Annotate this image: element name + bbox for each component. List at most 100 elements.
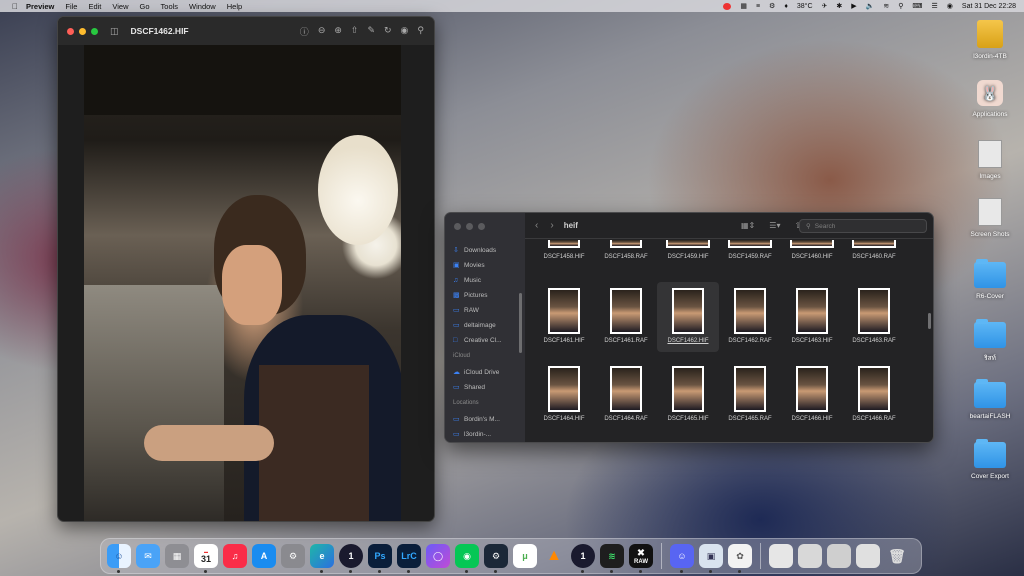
record-icon[interactable] — [723, 2, 732, 10]
rotate-icon[interactable]: ↻ — [384, 25, 392, 38]
edge-icon[interactable]: e — [310, 544, 334, 573]
utorrent-icon[interactable]: μ — [513, 544, 537, 568]
file-item[interactable]: DSCF1461.RAF — [595, 282, 657, 352]
desktop-icon-applications[interactable]: 🐰 Applications — [960, 80, 1020, 118]
annotate-icon[interactable]: ◉ — [401, 25, 409, 38]
calendar-icon[interactable]: ▬ 31 — [194, 544, 218, 573]
file-item[interactable]: DSCF1463.HIF — [781, 282, 843, 352]
desktop-icon-screen-shots[interactable]: Screen Shots — [960, 198, 1020, 238]
music-icon[interactable]: ♫ — [223, 544, 247, 568]
grid-icon[interactable]: ▦ — [740, 2, 747, 10]
file-item[interactable]: DSCF1461.HIF — [533, 282, 595, 352]
sidebar-item-creative-cloud[interactable]: □ Creative Cl... — [453, 333, 523, 348]
content-scrollbar[interactable] — [928, 313, 931, 329]
menu-edit[interactable]: Edit — [88, 2, 101, 11]
file-item[interactable]: DSCF1465.RAF — [719, 360, 781, 430]
settings-icon[interactable]: ⚙ — [769, 2, 775, 10]
sidebar-item-movies[interactable]: ▣ Movies — [453, 258, 523, 273]
file-item[interactable]: DSCF1466.RAF — [843, 360, 905, 430]
password-manager-icon[interactable]: 1 — [339, 544, 363, 573]
password-manager-icon[interactable]: 1 — [571, 544, 595, 573]
minimized-window-icon[interactable] — [827, 544, 851, 568]
zoom-button[interactable] — [478, 223, 485, 230]
close-button[interactable] — [454, 223, 461, 230]
temperature-readout[interactable]: 38°C — [797, 3, 813, 10]
file-item[interactable]: DSCF1464.HIF — [533, 360, 595, 430]
desktop-icon-drive[interactable]: l3ordin-4TB — [960, 20, 1020, 60]
preview-icon[interactable]: ▣ — [699, 544, 723, 573]
file-item-selected[interactable]: DSCF1462.HIF — [657, 282, 719, 352]
markup-icon[interactable]: ✎ — [367, 25, 375, 38]
sliders-icon[interactable]: ≡ — [756, 3, 760, 10]
menu-view[interactable]: View — [112, 2, 128, 11]
sidebar-item-deltaimage[interactable]: ▭ deltaimage — [453, 318, 523, 333]
app-store-icon[interactable]: A — [252, 544, 276, 568]
control-center-icon[interactable]: ☰ — [932, 2, 938, 10]
mail-icon[interactable]: ✉ — [136, 544, 160, 568]
zoom-button[interactable] — [91, 27, 98, 35]
forward-icon[interactable]: › — [550, 220, 553, 231]
settings-icon[interactable]: ⚙ — [281, 544, 305, 568]
keyboard-icon[interactable]: ⌨ — [912, 2, 922, 10]
sidebar-item-raw[interactable]: ▭ RAW — [453, 303, 523, 318]
file-item[interactable]: DSCF1465.HIF — [657, 360, 719, 430]
vlc-icon[interactable]: ▲ — [542, 544, 566, 568]
line-icon[interactable]: ◉ — [455, 544, 479, 573]
close-button[interactable] — [67, 27, 74, 35]
menu-tools[interactable]: Tools — [161, 2, 179, 11]
sidebar-toggle-icon[interactable]: ◫ — [110, 26, 119, 37]
discord-icon[interactable]: ☺ — [670, 544, 694, 573]
plane-icon[interactable]: ✈ — [822, 2, 828, 10]
minimized-window-icon[interactable] — [856, 544, 880, 568]
icon-view-icon[interactable]: ▦⇕ — [741, 221, 755, 230]
sidebar-item-external-drive[interactable]: ▭ l3ordin-... — [453, 427, 523, 442]
search-icon[interactable]: ⚲ — [898, 2, 903, 10]
launchpad-icon[interactable]: ▦ — [165, 544, 189, 568]
sidebar-item-icloud-drive[interactable]: ☁ iCloud Drive — [453, 365, 523, 380]
steam-icon[interactable]: ⚙ — [484, 544, 508, 573]
clock[interactable]: Sat 31 Dec 22:28 — [962, 3, 1016, 10]
sidebar-item-pictures[interactable]: ▩ Pictures — [453, 288, 523, 303]
menu-help[interactable]: Help — [227, 2, 242, 11]
minimized-window-icon[interactable] — [798, 544, 822, 568]
menu-go[interactable]: Go — [140, 2, 150, 11]
zoom-in-icon[interactable]: ⊕ — [334, 25, 342, 38]
group-icon[interactable]: ☰▾ — [769, 221, 780, 230]
arc-icon[interactable]: ◯ — [426, 544, 450, 568]
bluetooth-icon[interactable]: ✱ — [836, 2, 842, 10]
finder-icon[interactable]: ☺ — [107, 544, 131, 573]
search-field[interactable]: ⚲ Search — [799, 219, 927, 233]
menu-window[interactable]: Window — [189, 2, 216, 11]
desktop-icon-cover-export[interactable]: Cover Export — [960, 439, 1020, 480]
lightroom-icon[interactable]: LrC — [397, 544, 421, 573]
photoshop-icon[interactable]: Ps — [368, 544, 392, 573]
sidebar-item-shared[interactable]: ▭ Shared — [453, 380, 523, 395]
menu-file[interactable]: File — [65, 2, 77, 11]
file-item[interactable]: DSCF1464.RAF — [595, 360, 657, 430]
desktop-icon-thai-folder[interactable]: ริสท์ — [960, 319, 1020, 363]
file-item[interactable]: DSCF1462.RAF — [719, 282, 781, 352]
raw-converter-icon[interactable]: ✖ RAW — [629, 544, 653, 573]
apple-icon[interactable]:  — [10, 1, 20, 11]
file-item[interactable]: DSCF1463.RAF — [843, 282, 905, 352]
volume-icon[interactable]: 🔈 — [866, 2, 875, 10]
minimize-button[interactable] — [466, 223, 473, 230]
file-item[interactable]: DSCF1466.HIF — [781, 360, 843, 430]
trash-icon[interactable]: 🗑 — [885, 544, 909, 568]
info-icon[interactable]: ⓘ — [300, 25, 309, 38]
menu-app-name[interactable]: Preview — [26, 2, 54, 11]
wifi-icon[interactable]: ≋ — [883, 2, 889, 10]
search-icon[interactable]: ⚲ — [417, 25, 424, 38]
activity-monitor-icon[interactable]: ≋ — [600, 544, 624, 573]
zoom-out-icon[interactable]: ⊖ — [318, 25, 326, 38]
sidebar-item-downloads[interactable]: ⇩ Downloads — [453, 243, 523, 258]
preview-window[interactable]: ◫ DSCF1462.HIF ⓘ ⊖ ⊕ ⇧ ✎ ↻ ◉ ⚲ — [57, 16, 435, 522]
desktop-icon-beartaiflash[interactable]: beartaiFLASH — [960, 379, 1020, 420]
play-icon[interactable]: ▶ — [851, 2, 856, 10]
minimized-window-icon[interactable] — [769, 544, 793, 568]
photos-icon[interactable]: ✿ — [728, 544, 752, 573]
share-icon[interactable]: ⇧ — [351, 25, 359, 38]
desktop-icon-images[interactable]: Images — [960, 140, 1020, 180]
sidebar-item-computer[interactable]: ▭ Bordin's M... — [453, 412, 523, 427]
user-icon[interactable]: ◉ — [947, 2, 953, 10]
